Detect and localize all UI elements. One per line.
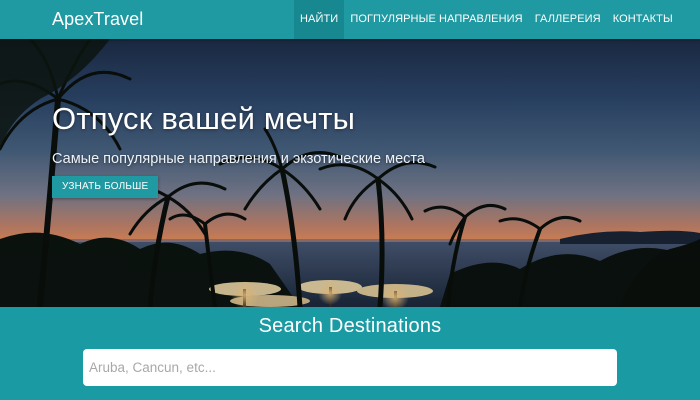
- search-input[interactable]: [83, 349, 617, 386]
- brand-logo[interactable]: ApexTravel: [52, 0, 143, 39]
- hero-overlay: [0, 39, 700, 307]
- hero-subtitle: Самые популярные направления и экзотичес…: [52, 151, 425, 167]
- nav-links: НАЙТИ ПОГПУЛЯРНЫЕ НАПРАВЛЕНИЯ ГАЛЛЕРЕИЯ …: [294, 0, 679, 39]
- learn-more-button[interactable]: УЗНАТЬ БОЛЬШЕ: [52, 176, 159, 198]
- search-section: Search Destinations: [0, 307, 700, 400]
- hero-title: Отпуск вашей мечты: [52, 101, 356, 136]
- nav-link-gallery[interactable]: ГАЛЛЕРЕИЯ: [529, 0, 607, 39]
- nav-link-popular-destinations[interactable]: ПОГПУЛЯРНЫЕ НАПРАВЛЕНИЯ: [344, 0, 528, 39]
- nav-link-contacts[interactable]: КОНТАКТЫ: [607, 0, 679, 39]
- search-title: Search Destinations: [258, 315, 442, 337]
- nav-link-find[interactable]: НАЙТИ: [294, 0, 345, 39]
- navbar: ApexTravel НАЙТИ ПОГПУЛЯРНЫЕ НАПРАВЛЕНИЯ…: [0, 0, 700, 39]
- hero-banner: Отпуск вашей мечты Самые популярные напр…: [0, 39, 700, 307]
